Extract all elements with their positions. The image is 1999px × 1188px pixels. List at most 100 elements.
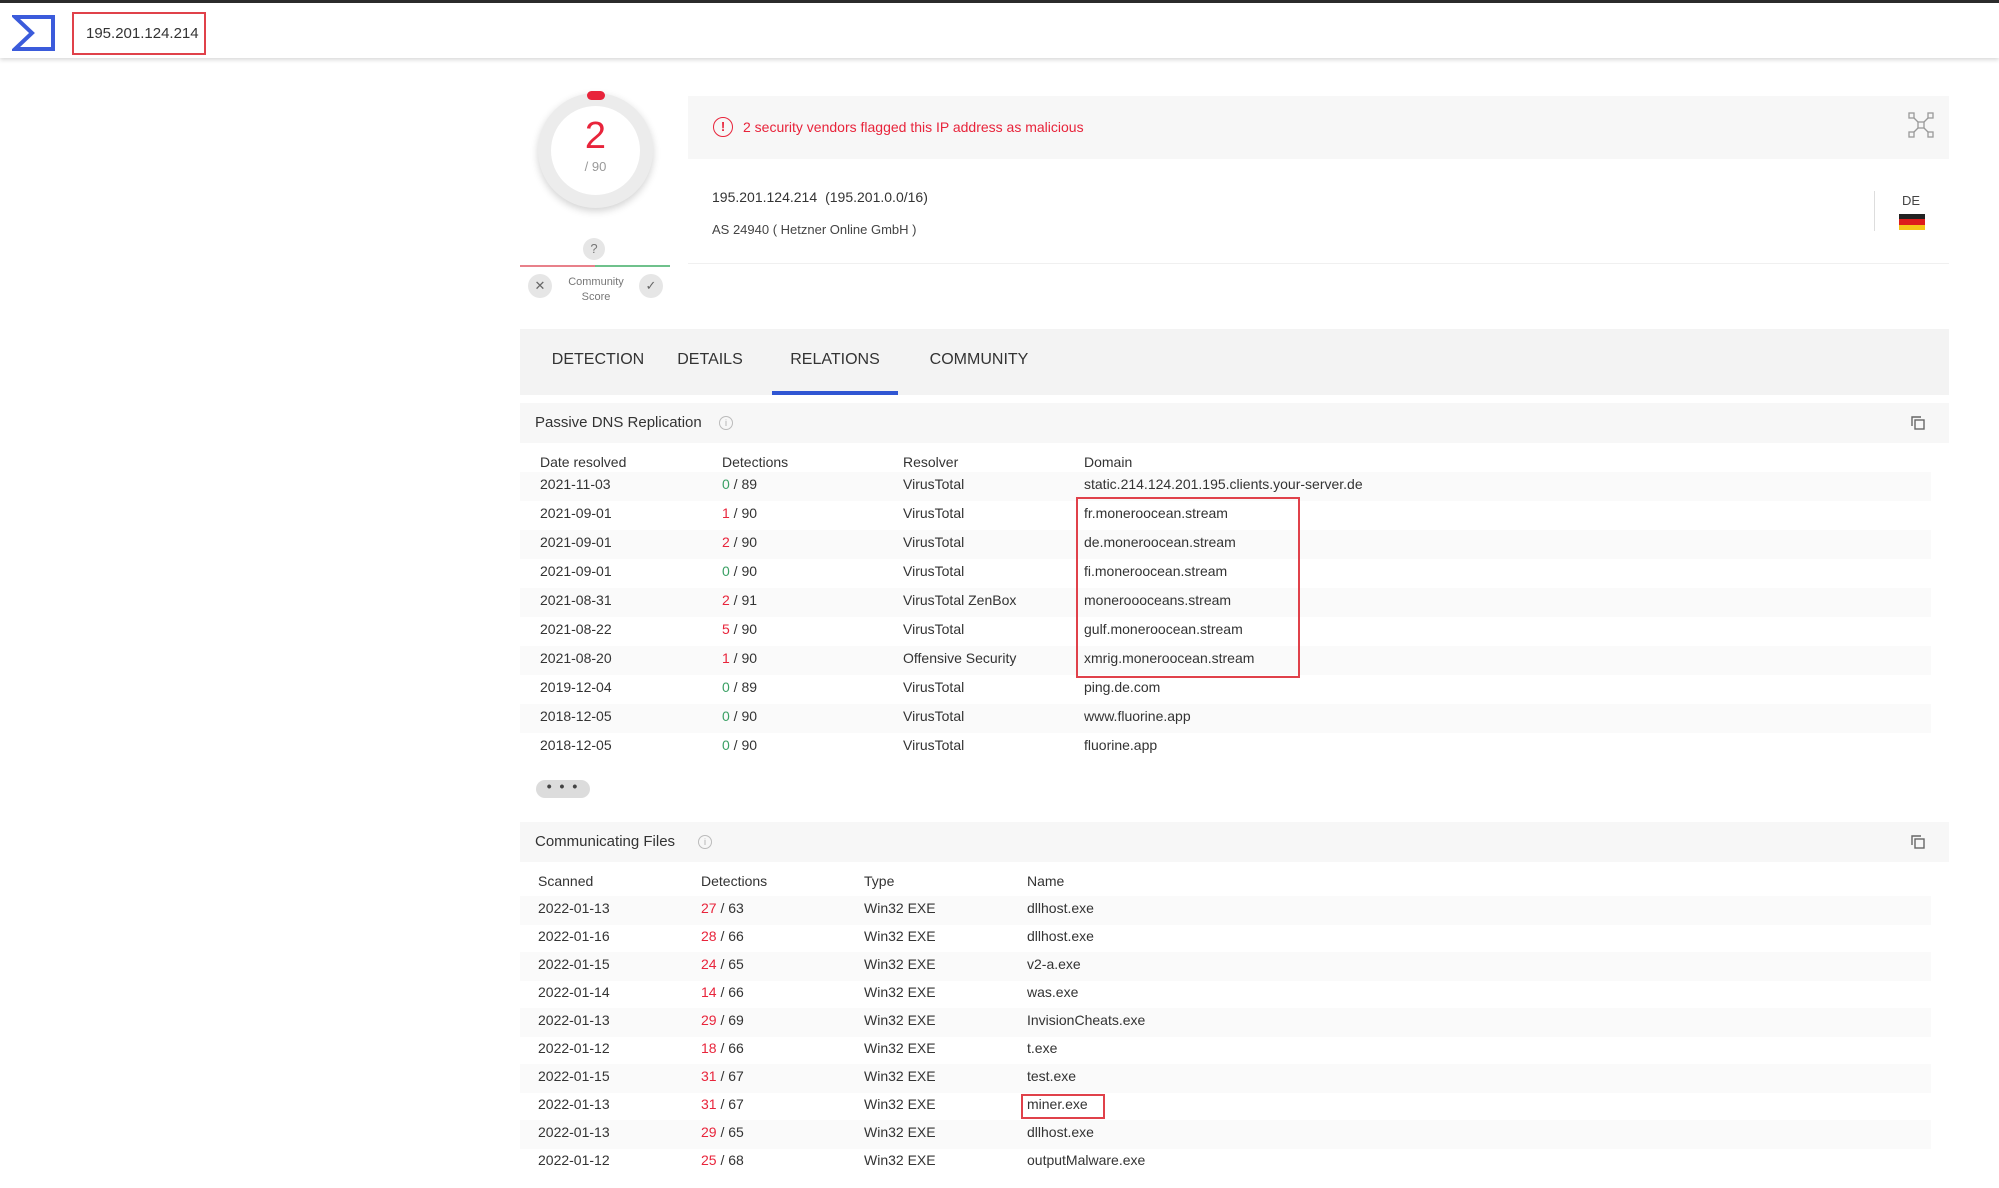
info-icon[interactable]: i — [698, 835, 712, 849]
cell-detections: 29 / 65 — [701, 1124, 744, 1140]
detection-total: / 90 — [729, 708, 758, 724]
cell-file-type: Win32 EXE — [864, 928, 936, 944]
domain-link[interactable]: fluorine.app — [1084, 737, 1157, 753]
detection-total: / 90 — [729, 650, 758, 666]
vote-malicious-button[interactable]: ✕ — [528, 274, 552, 298]
detection-total: / 90 — [729, 737, 758, 753]
communicating-file-row[interactable]: 2022-01-13 27 / 63 Win32 EXE dllhost.exe — [520, 896, 1931, 925]
cell-date: 2021-09-01 — [540, 505, 612, 521]
communicating-file-row[interactable]: 2022-01-12 25 / 68 Win32 EXE outputMalware.… — [520, 1148, 1931, 1177]
column-header-scanned[interactable]: Scanned — [538, 873, 593, 889]
cell-date: 2021-08-31 — [540, 592, 612, 608]
communicating-file-row[interactable]: 2022-01-15 24 / 65 Win32 EXE v2-a.exe — [520, 952, 1931, 981]
tab-details[interactable]: DETAILS — [668, 329, 752, 395]
column-header-type[interactable]: Type — [864, 873, 894, 889]
column-header-resolver[interactable]: Resolver — [903, 454, 958, 470]
cell-resolver: VirusTotal — [903, 708, 965, 724]
cell-date: 2019-12-04 — [540, 679, 612, 695]
file-name-link[interactable]: t.exe — [1027, 1040, 1057, 1056]
search-input[interactable]: 195.201.124.214 — [72, 12, 206, 55]
alert-icon: ! — [713, 117, 733, 137]
dns-resolution-row[interactable]: 2018-12-05 0 / 90 VirusTotal fluorine.app — [520, 733, 1931, 762]
detection-positives: 18 — [701, 1040, 717, 1056]
cell-detections: 28 / 66 — [701, 928, 744, 944]
cell-resolver: VirusTotal — [903, 621, 965, 637]
ip-info-panel: 195.201.124.214 (195.201.0.0/16) AS 24940… — [688, 159, 1949, 264]
copy-icon[interactable] — [1910, 415, 1926, 431]
detection-total: / 91 — [729, 592, 758, 608]
file-name-link[interactable]: InvisionCheats.exe — [1027, 1012, 1145, 1028]
detection-total: / 90 — [729, 563, 758, 579]
detection-positives: 27 — [701, 900, 717, 916]
cell-date: 2022-01-12 — [538, 1152, 610, 1168]
column-header-domain[interactable]: Domain — [1084, 454, 1132, 470]
cell-date: 2021-11-03 — [540, 476, 611, 492]
info-icon[interactable]: i — [719, 416, 733, 430]
detection-positives: 0 — [722, 737, 730, 753]
tab-community[interactable]: COMMUNITY — [914, 329, 1044, 395]
communicating-file-row[interactable]: 2022-01-16 28 / 66 Win32 EXE dllhost.exe — [520, 924, 1931, 953]
cell-date: 2022-01-15 — [538, 1068, 610, 1084]
communicating-file-row[interactable]: 2022-01-15 31 / 67 Win32 EXE test.exe — [520, 1064, 1931, 1093]
cell-resolver: VirusTotal — [903, 505, 965, 521]
dns-resolution-row[interactable]: 2019-12-04 0 / 89 VirusTotal ping.de.com — [520, 675, 1931, 704]
detection-total: / 65 — [716, 956, 744, 972]
copy-icon[interactable] — [1910, 834, 1926, 850]
detection-total: / 90 — [729, 534, 758, 550]
cell-date: 2018-12-05 — [540, 737, 612, 753]
column-header-date-resolved[interactable]: Date resolved — [540, 454, 626, 470]
community-help-icon[interactable]: ? — [583, 238, 605, 260]
alert-text: 2 security vendors flagged this IP addre… — [743, 119, 1084, 135]
column-header-detections[interactable]: Detections — [722, 454, 788, 470]
communicating-file-row[interactable]: 2022-01-12 18 / 66 Win32 EXE t.exe — [520, 1036, 1931, 1065]
communicating-file-row[interactable]: 2022-01-13 29 / 69 Win32 EXE InvisionCheats… — [520, 1008, 1931, 1037]
detection-total: / 63 — [716, 900, 744, 916]
detection-positives: 29 — [701, 1124, 717, 1140]
dns-resolution-row[interactable]: 2018-12-05 0 / 90 VirusTotal www.fluorine.a… — [520, 704, 1931, 733]
domain-link[interactable]: ping.de.com — [1084, 679, 1160, 695]
domain-link[interactable]: www.fluorine.app — [1084, 708, 1191, 724]
load-more-button[interactable]: • • • — [536, 779, 590, 798]
domain-link[interactable]: static.214.124.201.195.clients.your-serv… — [1084, 476, 1363, 492]
detection-score-gauge: 2 / 90 — [538, 91, 653, 208]
file-name-link[interactable]: was.exe — [1027, 984, 1078, 1000]
detection-positives: 2 — [722, 534, 730, 550]
cell-date: 2022-01-13 — [538, 900, 610, 916]
cell-date: 2021-09-01 — [540, 534, 612, 550]
cell-date: 2021-08-20 — [540, 650, 612, 666]
communicating-file-row[interactable]: 2022-01-13 31 / 67 Win32 EXE miner.exe — [520, 1092, 1931, 1121]
ip-address[interactable]: 195.201.124.214 — [712, 189, 817, 205]
communicating-file-row[interactable]: 2022-01-13 29 / 65 Win32 EXE dllhost.exe — [520, 1120, 1931, 1149]
detection-positives: 0 — [722, 563, 730, 579]
score-indicator-dot — [587, 91, 605, 100]
cell-resolver: VirusTotal ZenBox — [903, 592, 1017, 608]
file-name-link[interactable]: outputMalware.exe — [1027, 1152, 1145, 1168]
tab-relations[interactable]: RELATIONS — [772, 329, 898, 395]
detection-total: / 66 — [716, 984, 744, 1000]
tab-detection[interactable]: DETECTION — [538, 329, 658, 395]
file-name-link[interactable]: dllhost.exe — [1027, 928, 1094, 944]
asn-owner[interactable]: AS 24940 ( Hetzner Online GmbH ) — [712, 222, 916, 237]
vote-harmless-button[interactable]: ✓ — [639, 274, 663, 298]
detection-count: 2 — [584, 115, 607, 157]
community-score-bar — [520, 265, 670, 267]
cell-detections: 0 / 90 — [722, 708, 757, 724]
virustotal-logo-icon[interactable] — [12, 14, 56, 52]
cell-date: 2022-01-12 — [538, 1040, 610, 1056]
ip-range[interactable]: (195.201.0.0/16) — [825, 189, 928, 205]
cell-file-type: Win32 EXE — [864, 984, 936, 1000]
file-name-link[interactable]: dllhost.exe — [1027, 1124, 1094, 1140]
cell-detections: 14 / 66 — [701, 984, 744, 1000]
communicating-file-row[interactable]: 2022-01-14 14 / 66 Win32 EXE was.exe — [520, 980, 1931, 1009]
cell-date: 2022-01-13 — [538, 1012, 610, 1028]
cell-date: 2022-01-13 — [538, 1096, 610, 1112]
file-name-link[interactable]: test.exe — [1027, 1068, 1076, 1084]
column-header-name[interactable]: Name — [1027, 873, 1064, 889]
column-header-detections[interactable]: Detections — [701, 873, 767, 889]
file-name-link[interactable]: v2-a.exe — [1027, 956, 1081, 972]
cell-detections: 0 / 89 — [722, 476, 757, 492]
detection-positives: 31 — [701, 1068, 717, 1084]
graph-view-icon[interactable] — [1908, 112, 1934, 138]
file-name-link[interactable]: dllhost.exe — [1027, 900, 1094, 916]
detection-positives: 29 — [701, 1012, 717, 1028]
